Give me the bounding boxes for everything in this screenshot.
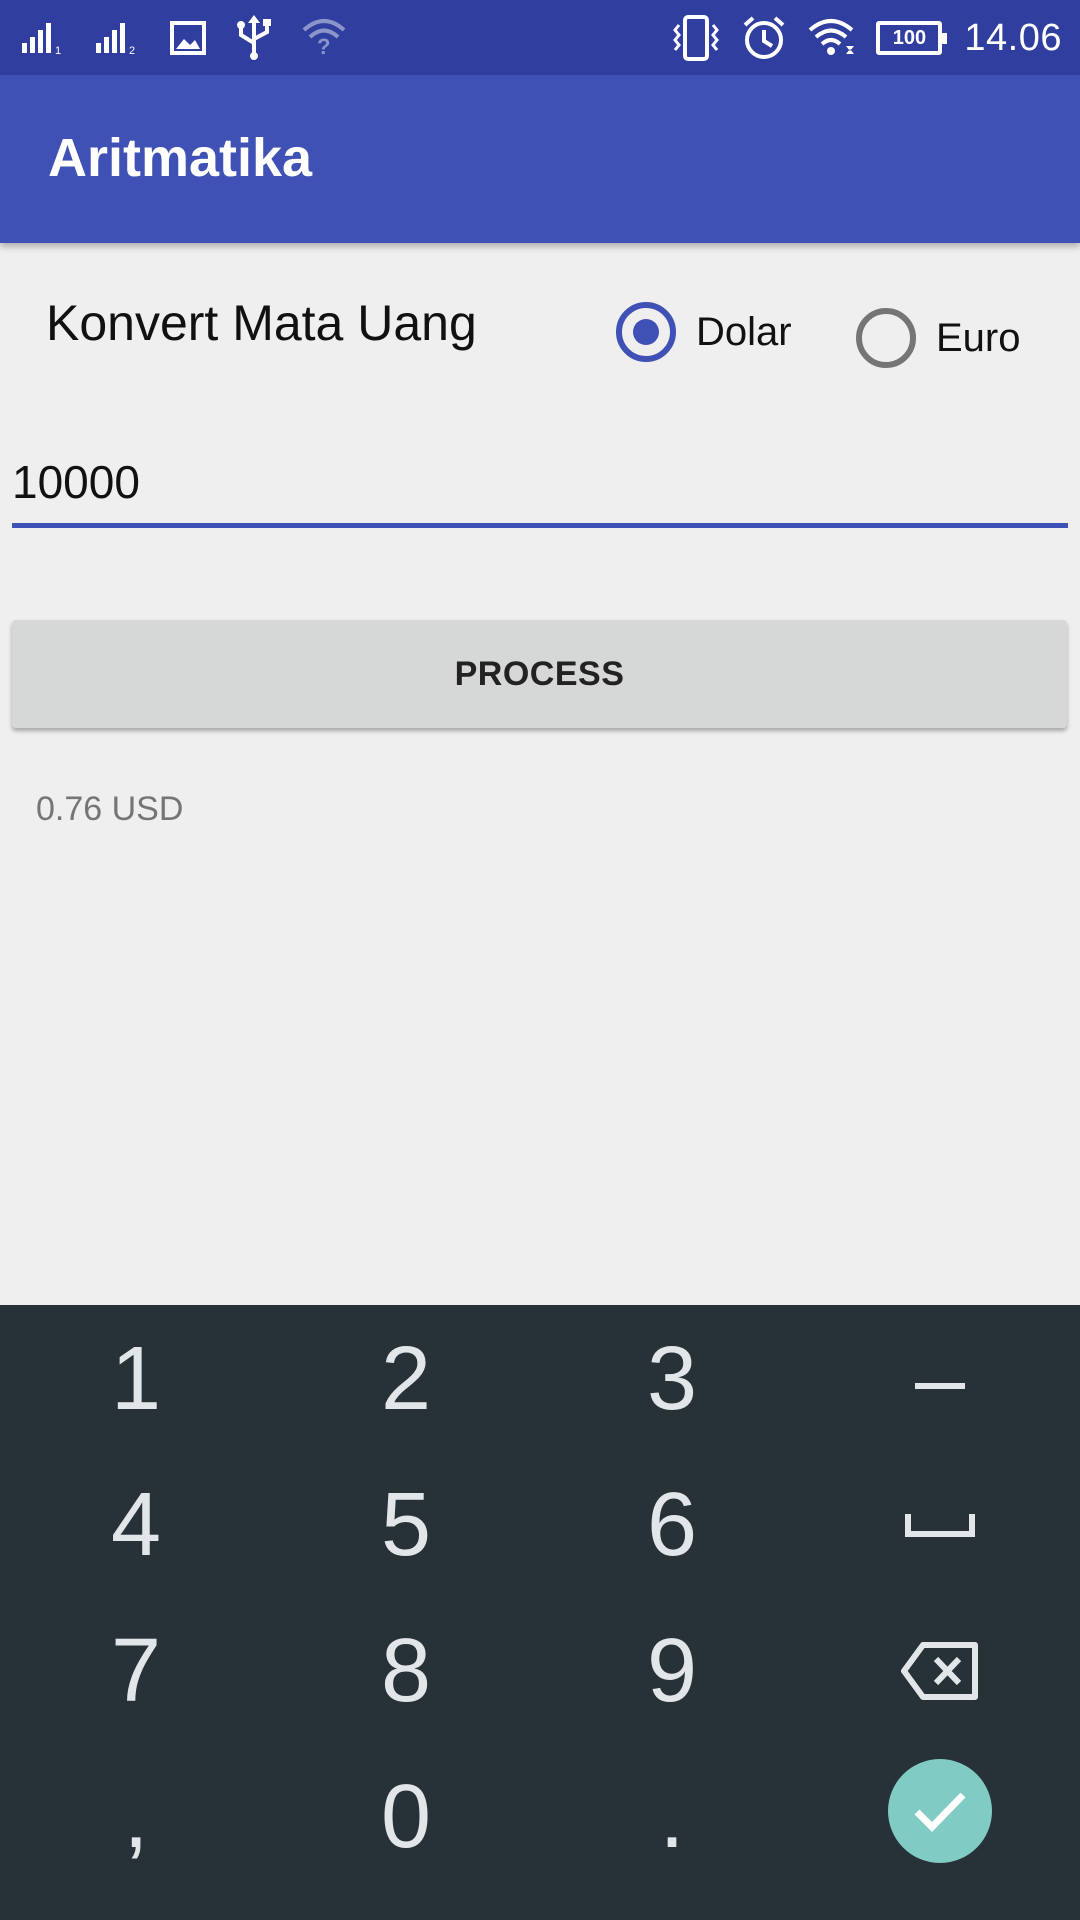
signal-sim2-icon: 2 xyxy=(96,23,135,55)
key-2[interactable]: 2 xyxy=(272,1305,540,1453)
radio-dolar-label: Dolar xyxy=(696,309,792,354)
image-icon xyxy=(170,21,206,55)
svg-text:2: 2 xyxy=(129,45,135,55)
svg-text:?: ? xyxy=(317,34,330,58)
key-8[interactable]: 8 xyxy=(272,1597,540,1745)
app-title: Aritmatika xyxy=(48,128,313,188)
result-text: 0.76 USD xyxy=(36,790,184,828)
key-period[interactable]: . xyxy=(538,1743,806,1891)
status-time: 14.06 xyxy=(964,16,1062,59)
vibrate-icon xyxy=(673,15,720,61)
radio-euro-label: Euro xyxy=(936,315,1021,360)
radio-dolar-indicator[interactable] xyxy=(616,302,676,362)
key-1[interactable]: 1 xyxy=(2,1305,270,1453)
done-button[interactable] xyxy=(888,1759,992,1863)
svg-text:1: 1 xyxy=(55,45,61,55)
radio-dolar[interactable]: Dolar xyxy=(616,302,792,362)
numeric-keyboard: 1 2 3 – 4 5 6 7 8 9 , 0 . xyxy=(0,1305,1080,1920)
key-3[interactable]: 3 xyxy=(538,1305,806,1453)
key-done[interactable] xyxy=(806,1737,1074,1885)
status-bar-right: 100 14.06 xyxy=(672,14,1062,62)
battery-level: 100 xyxy=(892,26,927,49)
done-icon xyxy=(914,1792,966,1832)
usb-icon xyxy=(237,15,271,60)
key-4[interactable]: 4 xyxy=(2,1451,270,1599)
key-backspace[interactable] xyxy=(806,1597,1074,1745)
key-0[interactable]: 0 xyxy=(272,1743,540,1891)
status-bar-left: 1 2 ? xyxy=(22,14,346,62)
key-7[interactable]: 7 xyxy=(2,1597,270,1745)
radio-euro-indicator[interactable] xyxy=(856,308,916,368)
space-icon xyxy=(905,1514,975,1537)
signal-sim1-icon: 1 xyxy=(22,23,61,55)
alarm-icon xyxy=(744,16,785,59)
process-button[interactable]: PROCESS xyxy=(12,620,1067,728)
key-minus[interactable]: – xyxy=(806,1305,1074,1453)
converter-heading: Konvert Mata Uang xyxy=(46,295,477,351)
key-comma[interactable]: , xyxy=(2,1743,270,1891)
wifi-icon xyxy=(809,19,855,55)
key-space[interactable] xyxy=(806,1451,1074,1599)
amount-input[interactable] xyxy=(12,448,1068,528)
wifi-unknown-icon: ? xyxy=(302,19,346,58)
status-bar: 1 2 ? 100 14.06 xyxy=(0,0,1080,75)
screen: 1 2 ? 100 14.06 Aritmatika Konvert Mata … xyxy=(0,0,1080,1920)
key-5[interactable]: 5 xyxy=(272,1451,540,1599)
backspace-icon xyxy=(901,1642,978,1700)
key-6[interactable]: 6 xyxy=(538,1451,806,1599)
app-bar: Aritmatika xyxy=(0,75,1080,243)
battery-icon: 100 xyxy=(876,21,948,55)
key-9[interactable]: 9 xyxy=(538,1597,806,1745)
radio-euro[interactable]: Euro xyxy=(856,308,1021,368)
